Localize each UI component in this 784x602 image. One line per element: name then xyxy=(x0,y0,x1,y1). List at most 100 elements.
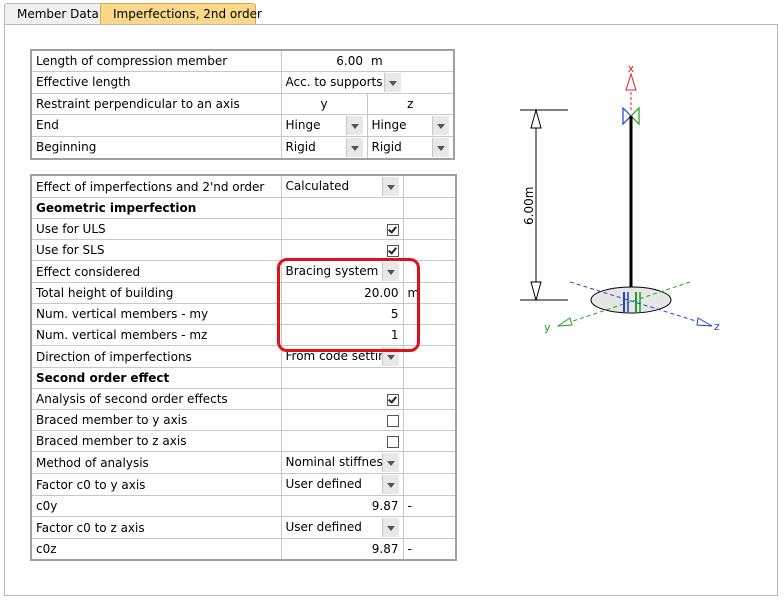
method-select[interactable]: Nominal stiffness xyxy=(285,453,399,473)
effective-length-value: Acc. to supports xyxy=(285,74,383,89)
z-axis-label: z xyxy=(714,320,720,333)
table-row: Use for SLS xyxy=(30,239,457,261)
table-row: Braced member to z axis xyxy=(30,430,457,452)
empty-cell xyxy=(402,388,457,410)
mz-value[interactable]: 1 xyxy=(280,324,404,346)
factor-y-select[interactable]: User defined xyxy=(285,475,399,495)
chevron-down-icon[interactable] xyxy=(345,137,363,157)
end-label: End xyxy=(30,113,282,137)
dimension-arrow-down-icon xyxy=(530,281,542,302)
chevron-down-icon[interactable] xyxy=(432,137,449,157)
effect-considered-select[interactable]: Bracing system xyxy=(286,262,399,282)
effect-cell: Calculated xyxy=(280,174,404,198)
analysis-checkbox[interactable] xyxy=(386,393,399,406)
mz-label: Num. vertical members - mz xyxy=(30,324,282,346)
braced-y-label: Braced member to y axis xyxy=(30,409,282,431)
end-z-value: Hinge xyxy=(371,117,407,132)
table-row: Braced member to y axis xyxy=(30,409,457,431)
c0z-unit: - xyxy=(402,538,457,560)
table-row: c0y 9.87 - xyxy=(30,495,457,517)
factor-z-select[interactable]: User defined xyxy=(285,518,399,538)
geometric-imperfection-header: Geometric imperfection xyxy=(30,197,282,219)
empty-cell xyxy=(402,430,457,452)
table-row: Second order effect xyxy=(30,367,457,389)
chevron-down-icon[interactable] xyxy=(381,475,399,494)
table-row: Analysis of second order effects xyxy=(30,388,457,410)
empty-cell xyxy=(402,303,457,325)
dimension-arrow-up-icon xyxy=(530,108,542,129)
braced-z-label: Braced member to z axis xyxy=(30,430,282,452)
my-value[interactable]: 5 xyxy=(280,303,404,325)
c0z-value[interactable]: 9.87 xyxy=(280,538,404,560)
method-value: Nominal stiffness xyxy=(285,455,390,469)
empty-cell xyxy=(402,473,457,496)
begin-z-select[interactable]: Rigid xyxy=(372,137,449,158)
factor-z-label: Factor c0 to z axis xyxy=(30,516,282,539)
direction-value: From code setting xyxy=(285,349,394,363)
effective-length-cell: Acc. to supports xyxy=(280,70,455,94)
table-row: Factor c0 to z axis User defined xyxy=(30,516,457,539)
member-diagram: 6.00m x y z xyxy=(520,62,720,334)
effect-select[interactable]: Calculated xyxy=(286,176,399,197)
table-row: Restraint perpendicular to an axis y z xyxy=(30,92,455,115)
analysis-label: Analysis of second order effects xyxy=(30,388,282,410)
effect-considered-cell: Bracing system xyxy=(280,260,404,283)
axis-z-header: z xyxy=(366,92,455,115)
braced-y-checkbox[interactable] xyxy=(386,414,399,427)
my-label: Num. vertical members - my xyxy=(30,303,282,325)
sls-label: Use for SLS xyxy=(30,239,282,261)
effective-length-select[interactable]: Acc. to supports xyxy=(285,72,401,92)
chevron-down-icon[interactable] xyxy=(381,177,399,196)
empty-cell xyxy=(402,197,457,219)
table-row: End Hinge Hinge xyxy=(30,113,455,137)
table-row: c0z 9.87 - xyxy=(30,538,457,560)
direction-select[interactable]: From code setting xyxy=(285,347,399,367)
factor-z-cell: User defined xyxy=(280,516,404,539)
sls-checkbox[interactable] xyxy=(386,244,399,257)
height-unit: m xyxy=(402,282,457,304)
table-row: Effect of imperfections and 2'nd order C… xyxy=(30,174,457,198)
tab-imperfections-2nd-order[interactable]: Imperfections, 2nd order xyxy=(100,3,262,25)
chevron-down-icon[interactable] xyxy=(381,262,399,281)
chevron-down-icon[interactable] xyxy=(345,115,363,135)
imperfections-table: Effect of imperfections and 2'nd order C… xyxy=(30,174,457,561)
table-row: Num. vertical members - my 5 xyxy=(30,303,457,325)
table-row: Effective length Acc. to supports xyxy=(30,70,455,94)
chevron-down-icon[interactable] xyxy=(432,115,449,135)
c0z-label: c0z xyxy=(30,538,282,560)
c0y-value[interactable]: 9.87 xyxy=(280,495,404,517)
effect-label: Effect of imperfections and 2'nd order xyxy=(30,174,282,198)
begin-y-select[interactable]: Rigid xyxy=(286,137,363,158)
begin-y-cell: Rigid xyxy=(280,135,368,159)
axis-y-header: y xyxy=(280,92,368,115)
end-z-select[interactable]: Hinge xyxy=(371,115,449,135)
braced-z-checkbox[interactable] xyxy=(386,435,399,448)
empty-cell xyxy=(402,260,457,283)
table-row: Num. vertical members - mz 1 xyxy=(30,324,457,346)
braced-z-cell xyxy=(280,430,404,452)
tab-member-data[interactable]: Member Data xyxy=(4,3,105,25)
end-y-select[interactable]: Hinge xyxy=(286,115,363,135)
x-axis-label: x xyxy=(628,62,635,75)
factor-y-cell: User defined xyxy=(280,473,404,496)
empty-cell xyxy=(280,197,404,219)
empty-cell xyxy=(402,218,457,240)
factor-y-value: User defined xyxy=(285,477,362,491)
table-row: Total height of building 20.00 m xyxy=(30,282,457,304)
member-length-table: Length of compression member 6.00 m Effe… xyxy=(30,49,455,160)
empty-cell xyxy=(402,324,457,346)
y-axis-label: y xyxy=(544,321,551,334)
braced-y-cell xyxy=(280,409,404,431)
chevron-down-icon[interactable] xyxy=(381,518,399,537)
chevron-down-icon[interactable] xyxy=(381,347,399,366)
chevron-down-icon[interactable] xyxy=(381,453,399,472)
table-row: Beginning Rigid Rigid xyxy=(30,135,455,159)
c0y-unit: - xyxy=(402,495,457,517)
chevron-down-icon[interactable] xyxy=(384,72,401,92)
length-unit: m xyxy=(367,49,455,72)
factor-z-value: User defined xyxy=(285,520,362,534)
begin-z-cell: Rigid xyxy=(366,135,455,159)
length-value[interactable]: 6.00 xyxy=(280,49,367,72)
uls-checkbox[interactable] xyxy=(386,223,399,236)
height-value[interactable]: 20.00 xyxy=(280,282,404,304)
